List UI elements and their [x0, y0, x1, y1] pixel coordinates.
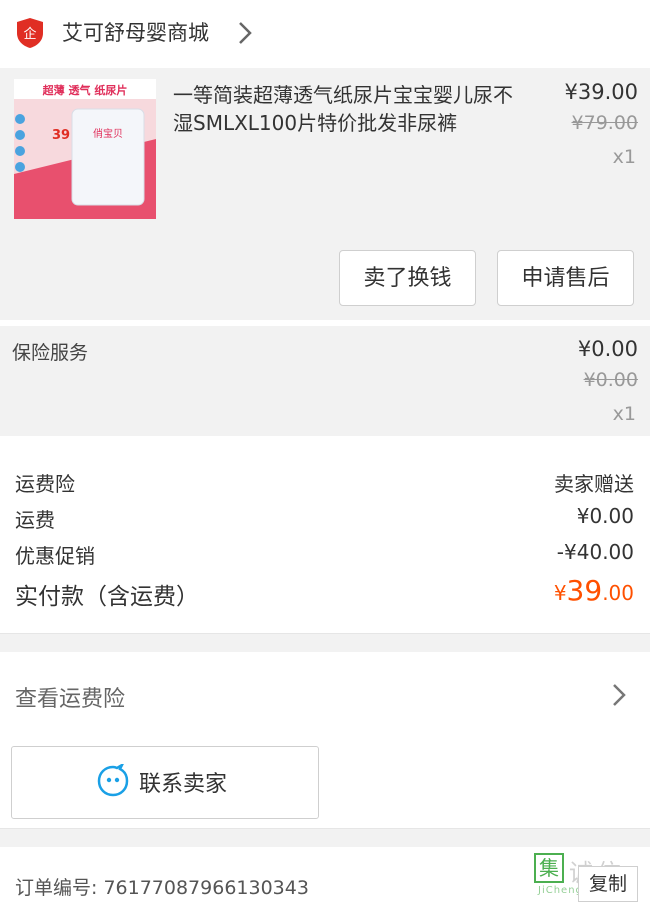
product-quantity: x1: [612, 146, 636, 168]
section-divider: [0, 633, 650, 652]
order-number: 订单编号: 76177087966130343: [15, 877, 309, 899]
fee-label-shipping-insurance: 运费险: [15, 472, 75, 496]
insurance-service-label: 保险服务: [12, 342, 89, 364]
insurance-quantity: x1: [612, 403, 636, 425]
total-label: 实付款（含运费）: [15, 584, 199, 610]
copy-order-button[interactable]: 复制: [578, 866, 638, 902]
store-name[interactable]: 艾可舒母婴商城: [62, 18, 209, 48]
product-price: ¥39.00: [564, 80, 638, 104]
insurance-price: ¥0.00: [577, 337, 638, 361]
product-title[interactable]: 一等简装超薄透气纸尿片宝宝婴儿尿不湿SMLXL100片特价批发非尿裤: [173, 81, 528, 137]
svg-text:俏宝贝: 俏宝贝: [93, 127, 123, 140]
chat-bubble-icon: [96, 761, 130, 798]
fee-label-shipping: 运费: [15, 508, 55, 532]
fee-value-discount: -¥40.00: [556, 540, 634, 564]
fee-value-shipping: ¥0.00: [576, 504, 634, 528]
after-sale-button[interactable]: 申请售后: [497, 250, 634, 306]
contact-seller-label: 联系卖家: [139, 772, 228, 797]
chevron-right-icon[interactable]: [611, 682, 627, 708]
insurance-original-price: ¥0.00: [583, 369, 638, 391]
fee-value-shipping-insurance: 卖家赠送: [554, 472, 634, 496]
total-decimal: .00: [602, 581, 634, 605]
total-currency: ¥: [553, 581, 567, 605]
watermark-logo: 集: [534, 853, 564, 883]
fee-label-discount: 优惠促销: [15, 544, 95, 568]
sell-button[interactable]: 卖了换钱: [339, 250, 476, 306]
store-badge-icon: 企: [16, 17, 44, 49]
product-original-price: ¥79.00: [571, 112, 638, 134]
svg-text:39: 39: [52, 128, 70, 143]
total-amount: ¥39.00: [554, 574, 634, 607]
insurance-service-card: [0, 326, 650, 436]
svg-text:超薄 透气 纸尿片: 超薄 透气 纸尿片: [42, 83, 128, 97]
view-shipping-insurance-link[interactable]: 查看运费险: [15, 681, 125, 713]
total-integer: 39: [566, 574, 603, 607]
svg-text:企: 企: [23, 26, 36, 42]
chevron-right-icon[interactable]: [236, 19, 254, 47]
product-thumbnail[interactable]: 超薄 透气 纸尿片 俏宝贝 39: [14, 79, 156, 219]
section-divider: [0, 828, 650, 847]
